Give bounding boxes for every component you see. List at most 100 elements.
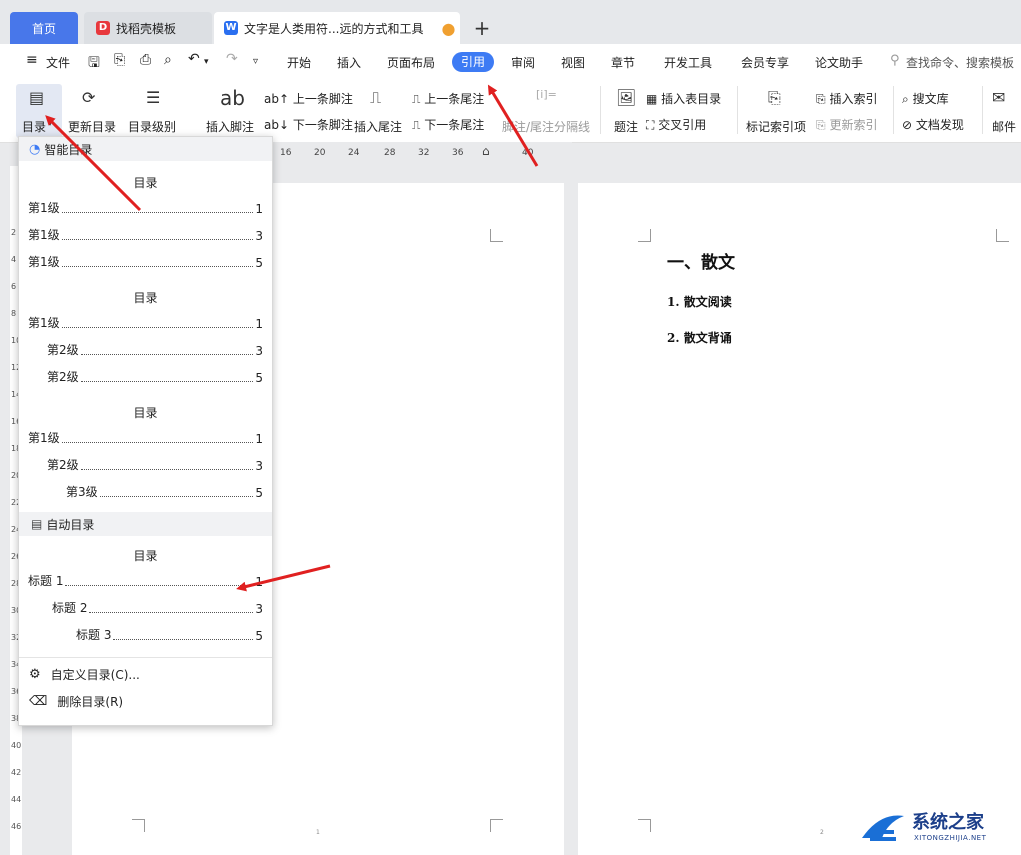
ribbon-divider: [982, 86, 983, 134]
export-icon[interactable]: ⎘: [114, 52, 125, 68]
prev-endnote-button[interactable]: ⎍ 上一条尾注: [412, 90, 484, 107]
menu-chapter[interactable]: 章节: [611, 54, 635, 71]
auto-toc-icon: ▤: [31, 517, 43, 531]
insert-table-toc-button[interactable]: ▦ 插入表目录: [646, 90, 721, 107]
toc-style-option[interactable]: 目录 标题 11 标题 23 标题 35: [19, 539, 272, 651]
document-subheading[interactable]: 1. 散文阅读: [667, 293, 732, 310]
ribbon-divider: [893, 86, 894, 134]
tab-template[interactable]: D 找稻壳模板: [84, 12, 212, 44]
new-tab-button[interactable]: +: [468, 12, 496, 44]
endnote-icon: ⎍: [370, 88, 382, 107]
cross-ref-label: 交叉引用: [658, 118, 707, 132]
ribbon-toolbar: ▤ 目录 ▾ ⟳ 更新目录 ☰ 目录级别 ab 插入脚注 ab↑ 上一条脚注 a…: [0, 80, 1021, 143]
toc-style-option[interactable]: 目录 第1级 1 第2级 3 第3级 5: [19, 396, 272, 506]
auto-toc-section-label: 自动目录: [46, 517, 95, 532]
ribbon-divider: [737, 86, 738, 134]
mark-index-label: 标记索引项: [746, 120, 807, 134]
menu-file[interactable]: 文件: [46, 54, 70, 71]
next-endnote-button[interactable]: ⎍ 下一条尾注: [412, 116, 484, 133]
toc-preview-title: 目录: [133, 549, 158, 563]
toc-preview-title: 目录: [133, 406, 158, 420]
smart-toc-section-label: 智能目录: [44, 142, 93, 157]
undo-icon[interactable]: ↶: [188, 51, 200, 67]
toc-preview-line: 第1级 1: [28, 431, 263, 446]
insert-endnote-label: 插入尾注: [354, 120, 403, 134]
tab-document[interactable]: W 文字是人类用符...远的方式和工具 ●: [214, 12, 460, 44]
redo-icon[interactable]: ↷: [226, 51, 238, 67]
auto-toc-section-header: ▤ 自动目录: [19, 512, 272, 536]
insert-index-button[interactable]: ⎘ 插入索引: [816, 90, 877, 107]
prev-endnote-icon: ⎍: [412, 92, 421, 106]
smart-toc-section-header: ◔ 智能目录: [19, 137, 272, 161]
next-endnote-icon: ⎍: [412, 118, 421, 132]
document-subheading[interactable]: 2. 散文背诵: [667, 329, 732, 346]
cross-ref-button[interactable]: ⛶ 交叉引用: [646, 116, 706, 133]
menu-review[interactable]: 审阅: [511, 54, 535, 71]
delete-toc-item[interactable]: ⌫ 删除目录(R): [19, 688, 272, 714]
customize-dropdown-icon[interactable]: ▿: [253, 56, 258, 67]
mark-index-button[interactable]: ⎘ 标记索引项: [744, 84, 810, 138]
insert-endnote-button[interactable]: ⎍ 插入尾注: [352, 84, 406, 138]
prev-footnote-button[interactable]: ab↑ 上一条脚注: [264, 90, 353, 107]
toc-style-option[interactable]: 目录 第1级 1 第2级 3 第2级 5: [19, 281, 272, 389]
menu-page-layout[interactable]: 页面布局: [387, 54, 435, 71]
undo-dropdown-icon[interactable]: ▾: [204, 57, 209, 67]
smart-toc-icon: ◔: [29, 141, 41, 157]
toc-style-option[interactable]: 目录 第1级 1 第1级 3 第1级 5: [19, 165, 272, 273]
next-footnote-button[interactable]: ab↓ 下一条脚注: [264, 116, 353, 133]
toc-preview-line: 第1级 5: [28, 255, 263, 270]
horizontal-ruler[interactable]: 16 20 24 28 32 36 ⌂ 40: [272, 142, 572, 166]
caption-button[interactable]: 🖼 题注: [608, 84, 642, 138]
menu-reference[interactable]: 引用: [452, 52, 494, 72]
toc-preview-line: 标题 11: [28, 574, 263, 589]
menu-paper-assistant[interactable]: 论文助手: [815, 54, 863, 71]
unsaved-dot-icon: ●: [441, 18, 456, 38]
prev-footnote-icon: ab↑: [264, 92, 290, 106]
menu-insert[interactable]: 插入: [337, 54, 361, 71]
update-index-button[interactable]: ⎘ 更新索引: [816, 116, 877, 133]
hamburger-icon[interactable]: ≡: [26, 52, 38, 68]
watermark-name: 系统之家: [912, 812, 984, 833]
ruler-number: 16: [280, 148, 292, 158]
print-icon[interactable]: ⎙: [140, 52, 151, 68]
doc-discover-button[interactable]: ⊘ 文档发现: [902, 116, 964, 133]
table-toc-icon: ▦: [646, 92, 658, 106]
prev-footnote-label: 上一条脚注: [292, 92, 353, 106]
tab-home[interactable]: 首页: [10, 12, 78, 44]
document-heading[interactable]: 一、散文: [667, 248, 735, 273]
mail-button[interactable]: ✉ 邮件: [988, 84, 1021, 138]
update-toc-button[interactable]: ⟳ 更新目录: [66, 84, 118, 138]
custom-toc-label: 自定义目录(C)...: [50, 667, 140, 682]
save-icon[interactable]: 🖫: [88, 52, 100, 76]
toc-preview-line: 第3级 5: [66, 485, 263, 500]
preview-icon[interactable]: ⌕: [164, 52, 172, 68]
ruler-number: 36: [452, 148, 464, 158]
indent-marker-icon[interactable]: ⌂: [482, 144, 490, 158]
document-page[interactable]: 2: [578, 183, 1021, 855]
menu-member[interactable]: 会员专享: [741, 54, 789, 71]
search-icon: ⚲: [890, 53, 900, 68]
menu-view[interactable]: 视图: [561, 54, 585, 71]
toc-preview-line: 第2级 3: [47, 343, 263, 358]
insert-footnote-button[interactable]: ab 插入脚注: [202, 84, 260, 138]
custom-toc-item[interactable]: ⚙ 自定义目录(C)...: [19, 661, 272, 687]
note-separator-button[interactable]: [i]= 脚注/尾注分隔线: [500, 84, 592, 138]
tab-home-label: 首页: [31, 21, 56, 36]
search-library-label: 搜文库: [912, 92, 949, 106]
menu-dev-tools[interactable]: 开发工具: [664, 54, 712, 71]
margin-corner: [638, 819, 651, 832]
toc-preview-title: 目录: [133, 291, 158, 305]
ruler-number: 20: [314, 148, 326, 158]
library-search-icon: ⌕: [902, 92, 909, 106]
command-search-input[interactable]: 查找命令、搜索模板: [906, 54, 1014, 71]
toc-level-button[interactable]: ☰ 目录级别: [124, 84, 186, 138]
margin-corner: [638, 229, 651, 242]
toc-preview-line: 第1级 3: [28, 228, 263, 243]
margin-corner: [996, 229, 1009, 242]
search-library-button[interactable]: ⌕ 搜文库: [902, 90, 949, 107]
caption-icon: 🖼: [616, 88, 637, 107]
menu-start[interactable]: 开始: [287, 54, 311, 71]
insert-index-icon: ⎘: [816, 92, 826, 106]
toc-button[interactable]: ▤ 目录 ▾: [16, 84, 62, 138]
margin-corner: [490, 229, 503, 242]
